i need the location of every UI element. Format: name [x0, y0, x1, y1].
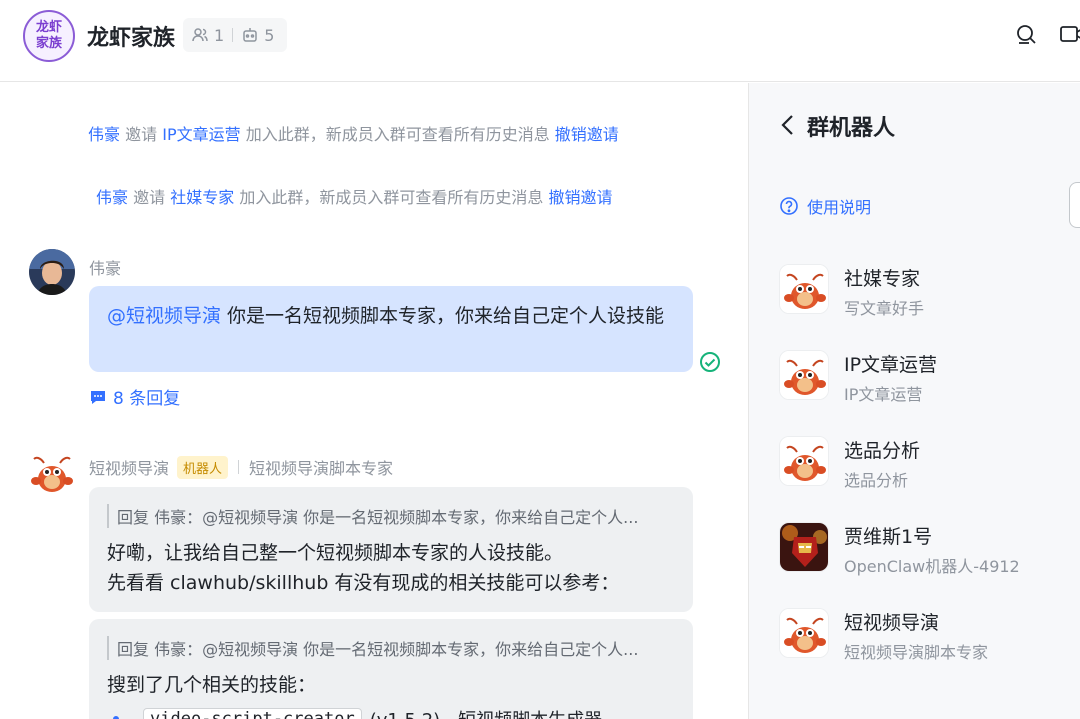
- members-icon: [192, 28, 208, 42]
- message-text: 你是一名短视频脚本专家，你来给自己定个人设技能: [221, 305, 665, 327]
- system-message-2: 伟豪 邀请 社媒专家 加入此群，新成员入群可查看所有历史消息 撤销邀请: [96, 188, 613, 207]
- bot-name: 短视频导演: [844, 612, 940, 634]
- group-avatar[interactable]: 龙虾 家族: [23, 10, 75, 62]
- bot-name: IP文章运营: [844, 354, 938, 376]
- help-icon: [780, 197, 798, 215]
- bot-list-item[interactable]: 选品分析 选品分析: [779, 436, 1079, 496]
- bot-message-bubble[interactable]: 回复 伟豪：@短视频导演 你是一名短视频脚本专家，你来给自己定个人... 搜到了…: [89, 619, 693, 719]
- revoke-invite-link[interactable]: 撤销邀请: [548, 188, 612, 207]
- message-bubble[interactable]: @短视频导演 你是一名短视频脚本专家，你来给自己定个人设技能: [89, 286, 693, 372]
- bot-list-item[interactable]: 短视频导演短视频导演脚本专家: [779, 608, 1079, 668]
- bot-avatar[interactable]: [29, 451, 75, 497]
- bot-description: 选品分析: [844, 471, 909, 490]
- thread-replies-link[interactable]: 8 条回复: [89, 384, 180, 409]
- list-item: video-script-creator (v1.5.2) - 短视频脚本生成器: [107, 706, 675, 719]
- bot-name: 贾维斯1号: [844, 526, 933, 548]
- robot-icon: [243, 28, 257, 42]
- search-icon[interactable]: [1014, 22, 1038, 46]
- bot-list-item[interactable]: 社媒专家 写文章好手: [779, 264, 1079, 324]
- bot-avatar: [779, 608, 829, 658]
- read-check-icon: [700, 352, 720, 372]
- bot-name: 选品分析: [844, 440, 921, 462]
- bot-badge: 机器人: [177, 455, 229, 479]
- bot-count: 5: [264, 25, 275, 45]
- meta-divider: [232, 28, 234, 42]
- revoke-invite-link[interactable]: 撤销邀请: [555, 125, 619, 144]
- group-bots-panel: 群机器人 使用说明 社媒专家 写文章好手 IP文章运营 IP文章运营 选品分析 选品分析贾…: [748, 83, 1080, 719]
- divider: [238, 460, 240, 474]
- comment-icon: [91, 390, 105, 404]
- bot-description: 写文章好手: [844, 299, 925, 318]
- mention-link[interactable]: @短视频导演: [107, 305, 221, 327]
- video-call-icon[interactable]: [1060, 22, 1080, 46]
- reply-quote[interactable]: 回复 伟豪：@短视频导演 你是一名短视频脚本专家，你来给自己定个人...: [107, 636, 675, 660]
- bot-avatar: [779, 522, 829, 572]
- group-title[interactable]: 龙虾家族: [87, 20, 175, 52]
- bot-avatar: [779, 264, 829, 314]
- bot-description: IP文章运营: [844, 385, 923, 404]
- bot-avatar: [779, 436, 829, 486]
- bot-sender-row: 短视频导演 机器人 短视频导演脚本专家: [89, 455, 393, 479]
- sender-name[interactable]: 短视频导演: [89, 455, 169, 479]
- chat-area[interactable]: 伟豪 邀请 IP文章运营 加入此群，新成员入群可查看所有历史消息 撤销邀请 伟豪…: [0, 83, 747, 719]
- inline-code: video-script-creator: [143, 708, 362, 719]
- bot-name: 社媒专家: [844, 268, 921, 290]
- member-count: 1: [214, 25, 225, 45]
- sender-name[interactable]: 伟豪: [89, 255, 121, 279]
- bot-description: 短视频导演脚本专家: [844, 643, 989, 662]
- bot-message-bubble[interactable]: 回复 伟豪：@短视频导演 你是一名短视频脚本专家，你来给自己定个人... 好嘞，…: [89, 487, 693, 612]
- user-avatar[interactable]: [29, 249, 75, 295]
- help-link[interactable]: 使用说明: [779, 194, 871, 218]
- bot-list-item[interactable]: IP文章运营 IP文章运营: [779, 350, 1079, 410]
- chat-header: 龙虾 家族 龙虾家族 1 5: [0, 0, 1080, 82]
- panel-title: 群机器人: [807, 116, 896, 141]
- add-bot-button[interactable]: [1069, 182, 1080, 228]
- bot-subtitle: 短视频导演脚本专家: [249, 459, 394, 478]
- message-text: 先看看 clawhub/skillhub 有没有现成的相关技能可以参考：: [107, 572, 620, 594]
- back-chevron-icon[interactable]: [779, 113, 797, 137]
- message-text: 搜到了几个相关的技能：: [107, 674, 317, 696]
- message-text: 好嘞，让我给自己整一个短视频脚本专家的人设技能。: [107, 542, 564, 564]
- bot-avatar: [779, 350, 829, 400]
- group-meta[interactable]: 1 5: [183, 18, 287, 52]
- system-message-1: 伟豪 邀请 IP文章运营 加入此群，新成员入群可查看所有历史消息 撤销邀请: [88, 125, 619, 144]
- bot-list-item[interactable]: 贾维斯1号 OpenClaw机器人-4912: [779, 522, 1079, 582]
- reply-quote[interactable]: 回复 伟豪：@短视频导演 你是一名短视频脚本专家，你来给自己定个人...: [107, 504, 675, 528]
- bot-description: OpenClaw机器人-4912: [844, 557, 1020, 576]
